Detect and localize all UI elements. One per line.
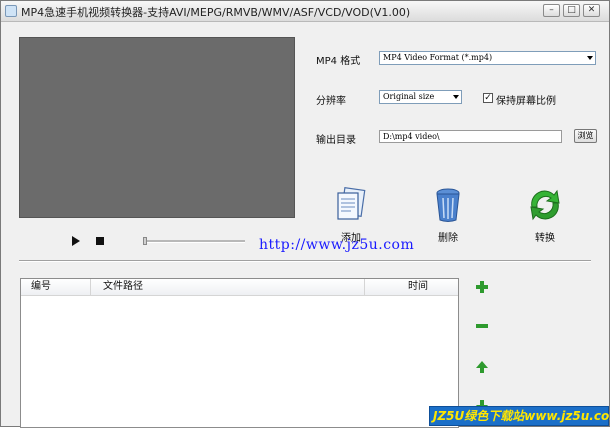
- maximize-button[interactable]: □: [563, 4, 580, 17]
- format-label: MP4 格式: [316, 56, 361, 67]
- output-path-field[interactable]: D:\mp4 video\: [379, 130, 562, 143]
- add-button[interactable]: 添加: [326, 187, 376, 244]
- trash-icon: [436, 188, 460, 222]
- app-icon: [5, 5, 17, 17]
- keep-ratio-checkbox[interactable]: ✓: [483, 93, 493, 103]
- window-title: MP4急速手机视频转换器-支持AVI/MEPG/RMVB/WMV/ASF/VCD…: [21, 6, 411, 19]
- arrow-up-icon[interactable]: [475, 360, 489, 374]
- seek-thumb[interactable]: [143, 237, 147, 245]
- watermark-url: http://www.jz5u.com: [259, 237, 415, 253]
- play-icon[interactable]: [72, 236, 80, 246]
- convert-arrows-icon: [530, 189, 560, 221]
- footer-watermark: JZ5U绿色下载站www.jz5u.com: [429, 406, 610, 426]
- resolution-label: 分辨率: [316, 96, 346, 107]
- stop-icon[interactable]: [96, 237, 104, 245]
- minimize-button[interactable]: –: [543, 4, 560, 17]
- file-list-header: 编号 文件路径 时间: [21, 279, 458, 296]
- file-list[interactable]: 编号 文件路径 时间: [20, 278, 459, 428]
- title-bar: MP4急速手机视频转换器-支持AVI/MEPG/RMVB/WMV/ASF/VCD…: [1, 1, 609, 22]
- column-header-path[interactable]: 文件路径: [91, 279, 365, 295]
- resolution-select[interactable]: Original size: [379, 90, 462, 104]
- keep-ratio-label: 保持屏幕比例: [496, 96, 556, 107]
- plus-icon[interactable]: [475, 280, 489, 294]
- resolution-value: Original size: [383, 92, 435, 101]
- convert-button[interactable]: 转换: [520, 187, 570, 244]
- delete-button-label: 删除: [438, 233, 458, 244]
- browse-button[interactable]: 浏览: [574, 129, 597, 143]
- chevron-down-icon[interactable]: [453, 95, 459, 99]
- format-value: MP4 Video Format (*.mp4): [383, 53, 493, 62]
- convert-button-label: 转换: [535, 233, 555, 244]
- column-header-time[interactable]: 时间: [365, 279, 458, 295]
- video-preview: [19, 37, 295, 218]
- chevron-down-icon[interactable]: [587, 56, 593, 60]
- seek-bar[interactable]: [143, 240, 245, 243]
- close-button[interactable]: ✕: [583, 4, 600, 17]
- delete-button[interactable]: 删除: [423, 187, 473, 244]
- main-window: MP4急速手机视频转换器-支持AVI/MEPG/RMVB/WMV/ASF/VCD…: [0, 0, 610, 428]
- output-label: 输出目录: [316, 135, 356, 146]
- column-header-number[interactable]: 编号: [21, 279, 91, 295]
- format-select[interactable]: MP4 Video Format (*.mp4): [379, 51, 596, 65]
- add-file-icon: [337, 187, 366, 220]
- divider: [19, 260, 591, 262]
- minus-icon[interactable]: [475, 319, 489, 333]
